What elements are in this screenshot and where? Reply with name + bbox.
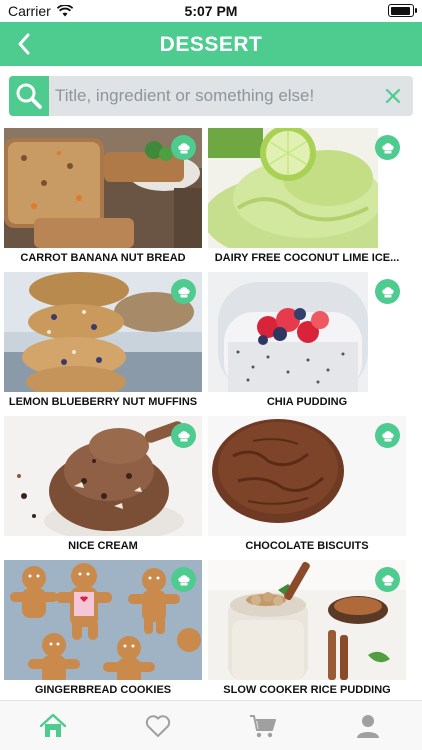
- heart-icon: [145, 715, 170, 737]
- chef-badge[interactable]: [375, 279, 400, 304]
- recipe-title: GINGERBREAD COOKIES: [34, 684, 172, 696]
- search-bar: [9, 76, 413, 116]
- recipe-title: SLOW COOKER RICE PUDDING: [223, 684, 391, 696]
- recipe-card[interactable]: NICE CREAM: [4, 416, 202, 556]
- tab-home[interactable]: [0, 701, 105, 750]
- chef-hat-icon: [381, 574, 394, 585]
- recipe-grid: CARROT BANANA NUT BREAD DAIRY FREE COCON…: [0, 128, 422, 698]
- chef-hat-icon: [381, 430, 394, 441]
- battery-icon: [388, 4, 417, 17]
- chef-hat-icon: [177, 430, 190, 441]
- search-icon: [16, 83, 42, 109]
- search-button[interactable]: [9, 76, 49, 116]
- tab-cart[interactable]: [210, 701, 315, 750]
- recipe-title: CHIA PUDDING: [266, 396, 348, 408]
- recipe-card[interactable]: GINGERBREAD COOKIES: [4, 560, 202, 698]
- tab-profile[interactable]: [315, 701, 420, 750]
- page-title: DESSERT: [159, 33, 263, 56]
- recipe-title: DAIRY FREE COCONUT LIME ICE...: [214, 252, 400, 264]
- recipe-card[interactable]: DAIRY FREE COCONUT LIME ICE...: [208, 128, 406, 268]
- chef-badge[interactable]: [171, 135, 196, 160]
- status-bar: Carrier 5:07 PM: [0, 0, 422, 22]
- recipe-title: CARROT BANANA NUT BREAD: [20, 252, 186, 264]
- recipe-card[interactable]: LEMON BLUEBERRY NUT MUFFINS: [4, 272, 202, 412]
- recipe-title: LEMON BLUEBERRY NUT MUFFINS: [8, 396, 198, 408]
- chef-badge[interactable]: [375, 135, 400, 160]
- chef-hat-icon: [177, 574, 190, 585]
- recipe-title: NICE CREAM: [68, 540, 138, 552]
- search-input[interactable]: [55, 76, 375, 116]
- chef-badge[interactable]: [375, 567, 400, 592]
- user-icon: [356, 715, 379, 738]
- chef-hat-icon: [381, 286, 394, 297]
- clear-search-button[interactable]: [381, 84, 405, 108]
- recipe-card[interactable]: CHOCOLATE BISCUITS: [208, 416, 406, 556]
- chef-hat-icon: [381, 142, 394, 153]
- chef-hat-icon: [177, 286, 190, 297]
- tab-favorites[interactable]: [105, 701, 210, 750]
- home-icon: [39, 713, 66, 737]
- nav-bar: DESSERT: [0, 22, 422, 66]
- chef-badge[interactable]: [375, 423, 400, 448]
- close-icon: [385, 88, 401, 104]
- recipe-title: CHOCOLATE BISCUITS: [245, 540, 369, 552]
- recipe-card[interactable]: SLOW COOKER RICE PUDDING: [208, 560, 406, 698]
- battery-level: [390, 6, 410, 15]
- chef-badge[interactable]: [171, 279, 196, 304]
- cart-icon: [249, 715, 276, 738]
- chef-badge[interactable]: [171, 423, 196, 448]
- back-button[interactable]: [4, 24, 44, 64]
- tab-bar: [0, 700, 422, 750]
- chevron-left-icon: [18, 33, 30, 55]
- recipe-card[interactable]: CARROT BANANA NUT BREAD: [4, 128, 202, 268]
- recipe-card[interactable]: CHIA PUDDING: [208, 272, 406, 412]
- status-time: 5:07 PM: [184, 3, 238, 19]
- chef-badge[interactable]: [171, 567, 196, 592]
- chef-hat-icon: [177, 142, 190, 153]
